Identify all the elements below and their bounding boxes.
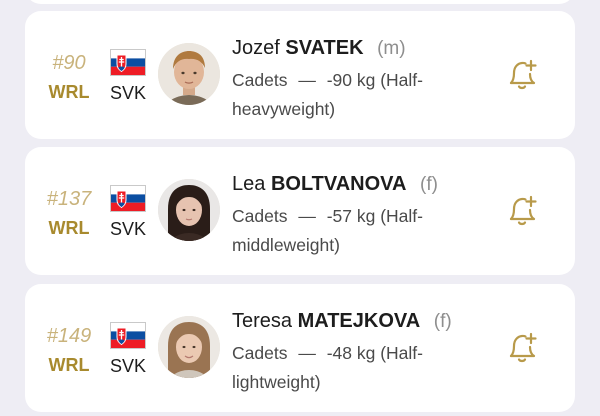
previous-card-edge <box>25 0 575 4</box>
world-ranking-label: WRL <box>48 82 90 102</box>
athlete-avatar <box>158 43 220 105</box>
athlete-card[interactable]: #149 WRL SVK Teresa MATEJKOVA (f) Cadets… <box>25 284 575 412</box>
follow-bell-icon[interactable] <box>503 328 543 368</box>
athlete-avatar <box>158 179 220 241</box>
athlete-info: Lea BOLTVANOVA (f) Cadets — -57 kg (Half… <box>232 171 502 260</box>
athlete-card[interactable]: #90 WRL SVK Jozef SVATEK (m) Cadets — -9… <box>25 11 575 139</box>
athlete-name[interactable]: Lea BOLTVANOVA (f) <box>232 171 502 198</box>
athlete-last-name: MATEJKOVA <box>297 310 421 332</box>
athlete-name[interactable]: Jozef SVATEK (m) <box>232 35 502 62</box>
athlete-gender: (f) <box>433 311 452 332</box>
slovakia-flag-icon <box>110 49 146 76</box>
category-separator: — <box>298 206 316 226</box>
athlete-first-name: Teresa <box>232 310 293 332</box>
athlete-card[interactable]: #137 WRL SVK Lea BOLTVANOVA (f) Cadets —… <box>25 147 575 275</box>
follow-bell-icon[interactable] <box>503 191 543 231</box>
slovakia-flag-icon <box>110 322 146 349</box>
athlete-first-name: Jozef <box>232 37 280 59</box>
athlete-category: Cadets — -57 kg (Half-middleweight) <box>232 202 447 260</box>
athlete-gender: (m) <box>377 38 406 59</box>
age-category: Cadets <box>232 70 288 90</box>
category-separator: — <box>298 70 316 90</box>
age-category: Cadets <box>232 206 288 226</box>
follow-bell-icon[interactable] <box>503 55 543 95</box>
athlete-first-name: Lea <box>232 173 266 195</box>
world-ranking-number: #90 <box>52 52 86 74</box>
category-separator: — <box>298 343 316 363</box>
athlete-info: Teresa MATEJKOVA (f) Cadets — -48 kg (Ha… <box>232 308 502 397</box>
athlete-avatar <box>158 316 220 378</box>
athlete-category: Cadets — -48 kg (Half-lightweight) <box>232 339 447 397</box>
country-code: SVK <box>109 219 147 239</box>
athlete-info: Jozef SVATEK (m) Cadets — -90 kg (Half-h… <box>232 35 502 124</box>
age-category: Cadets <box>232 343 288 363</box>
slovakia-flag-icon <box>110 185 146 212</box>
athlete-name[interactable]: Teresa MATEJKOVA (f) <box>232 308 502 335</box>
country-code: SVK <box>109 83 147 103</box>
athlete-list: #90 WRL SVK Jozef SVATEK (m) Cadets — -9… <box>0 0 600 416</box>
world-ranking-number: #149 <box>46 325 92 347</box>
athlete-category: Cadets — -90 kg (Half-heavyweight) <box>232 66 447 124</box>
world-ranking-label: WRL <box>48 218 90 238</box>
world-ranking-label: WRL <box>48 355 90 375</box>
athlete-last-name: BOLTVANOVA <box>270 173 407 195</box>
athlete-last-name: SVATEK <box>285 37 364 59</box>
country-code: SVK <box>109 356 147 376</box>
athlete-gender: (f) <box>420 174 438 195</box>
world-ranking-number: #137 <box>46 188 92 210</box>
